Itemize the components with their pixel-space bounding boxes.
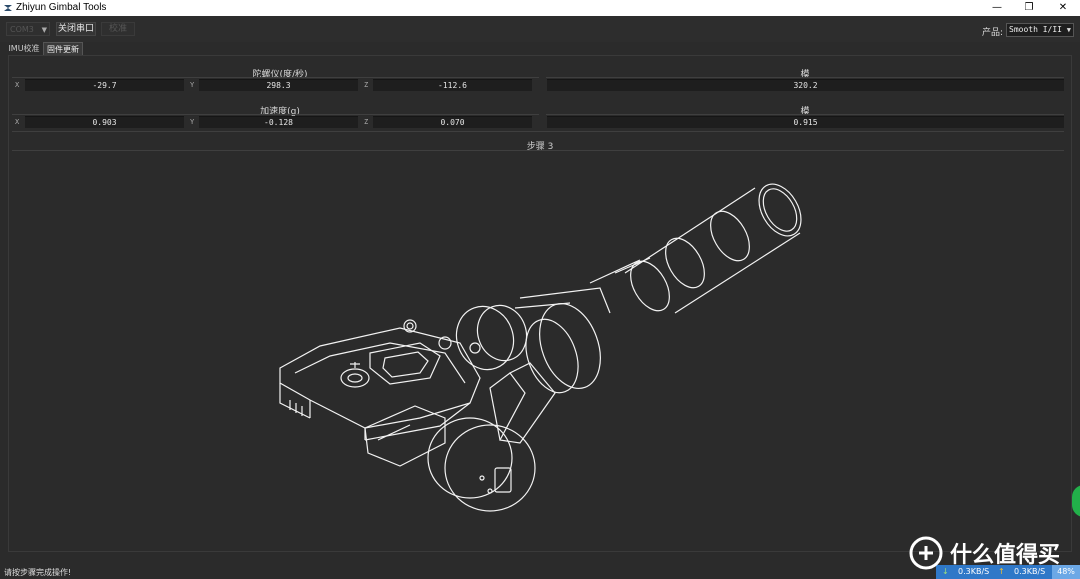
accel-y-field: -0.128	[199, 116, 358, 128]
window-title: Zhiyun Gimbal Tools	[16, 2, 107, 13]
divider	[546, 77, 1064, 78]
gyro-z-label: Z	[364, 81, 369, 89]
gyro-y-field: 298.3	[199, 79, 358, 91]
watermark: 什么值得买	[908, 535, 1060, 575]
accel-norm-field: 0.915	[547, 116, 1064, 128]
product-select[interactable]: Smooth I/II ▼	[1006, 23, 1074, 37]
calibrate-button[interactable]: 校准	[101, 22, 135, 36]
accel-x-field: 0.903	[25, 116, 184, 128]
gyro-z-field: -112.6	[373, 79, 532, 91]
tab-firmware-update[interactable]: 固件更新	[43, 42, 83, 55]
accel-y-label: Y	[190, 118, 195, 126]
port-combo[interactable]: COM3 ▼	[6, 22, 50, 36]
divider	[12, 77, 539, 78]
divider	[546, 114, 1064, 115]
chevron-down-icon: ▼	[41, 26, 47, 34]
gimbal-illustration	[279, 183, 802, 512]
divider	[12, 131, 1064, 132]
accel-z-field: 0.070	[373, 116, 532, 128]
minimize-icon[interactable]: —	[980, 0, 1014, 16]
watermark-logo-icon	[909, 536, 943, 570]
port-combo-value: COM3	[10, 25, 34, 34]
title-bar: Zhiyun Gimbal Tools — ❐ ✕	[0, 0, 1080, 16]
gyro-norm-field: 320.2	[547, 79, 1064, 91]
status-message: 请按步骤完成操作!	[4, 568, 72, 577]
gyro-x-label: X	[15, 81, 20, 89]
divider	[12, 150, 1064, 151]
floating-button[interactable]	[1072, 485, 1080, 517]
accel-x-label: X	[15, 118, 20, 126]
gyro-x-field: -29.7	[25, 79, 184, 91]
tab-imu-calibration[interactable]: IMU校准	[6, 42, 42, 55]
app-icon	[4, 5, 12, 11]
divider	[12, 114, 539, 115]
restore-icon[interactable]: ❐	[1012, 0, 1046, 16]
product-select-value: Smooth I/II	[1009, 25, 1062, 34]
toolbar: COM3 ▼ 关闭串口 校准 产品: Smooth I/II ▼	[0, 16, 1080, 42]
accel-z-label: Z	[364, 118, 369, 126]
product-label: 产品:	[982, 28, 1004, 38]
chevron-down-icon: ▼	[1066, 26, 1071, 34]
close-icon[interactable]: ✕	[1046, 0, 1080, 16]
watermark-text: 什么值得买	[950, 543, 1061, 568]
close-port-button[interactable]: 关闭串口	[56, 22, 96, 36]
gyro-y-label: Y	[190, 81, 195, 89]
